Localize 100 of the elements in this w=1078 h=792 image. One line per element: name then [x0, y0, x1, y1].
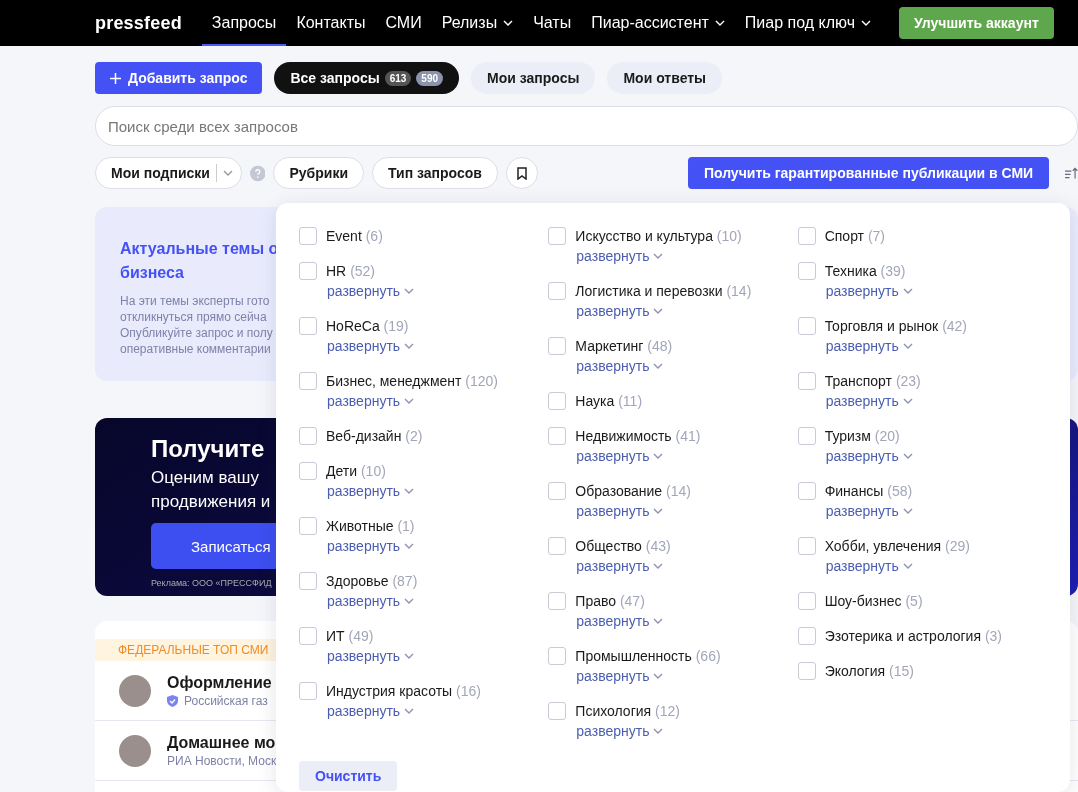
- checkbox[interactable]: [299, 462, 317, 480]
- nav-link[interactable]: Пиар-ассистент: [581, 0, 735, 46]
- checkbox[interactable]: [548, 647, 567, 665]
- category-label[interactable]: Общество (43): [575, 538, 671, 554]
- expand-link[interactable]: развернуть: [825, 446, 913, 466]
- filter-tab[interactable]: Все запросы 613 590: [274, 62, 460, 94]
- filter-button[interactable]: Рубрики: [273, 157, 365, 189]
- nav-link[interactable]: Запросы: [201, 0, 287, 46]
- expand-link[interactable]: развернуть: [576, 356, 664, 376]
- expand-link[interactable]: развернуть: [327, 391, 415, 411]
- category-label[interactable]: Веб-дизайн (2): [326, 428, 423, 444]
- checkbox[interactable]: [548, 282, 567, 300]
- checkbox[interactable]: [797, 427, 816, 445]
- category-label[interactable]: Экология (15): [824, 663, 914, 679]
- expand-link[interactable]: развернуть: [576, 666, 664, 686]
- checkbox[interactable]: [548, 427, 567, 445]
- category-label[interactable]: Эзотерика и астрология (3): [824, 628, 1003, 644]
- expand-link[interactable]: развернуть: [825, 281, 913, 301]
- expand-link[interactable]: развернуть: [576, 246, 664, 266]
- checkbox[interactable]: [299, 372, 317, 390]
- category-label[interactable]: Спорт (7): [824, 228, 886, 244]
- category-label[interactable]: Психология (12): [575, 703, 680, 719]
- expand-link[interactable]: развернуть: [825, 501, 913, 521]
- expand-link[interactable]: развернуть: [327, 701, 415, 721]
- logo[interactable]: pressfeed: [95, 12, 182, 34]
- filter-tab[interactable]: Мои запросы: [471, 62, 596, 94]
- nav-link[interactable]: СМИ: [375, 0, 432, 46]
- checkbox[interactable]: [797, 537, 816, 555]
- checkbox[interactable]: [548, 337, 567, 355]
- sort-icon[interactable]: [1065, 166, 1078, 180]
- checkbox[interactable]: [299, 517, 317, 535]
- expand-link[interactable]: развернуть: [825, 391, 913, 411]
- checkbox[interactable]: [797, 662, 816, 680]
- expand-link[interactable]: развернуть: [327, 481, 415, 501]
- help-icon[interactable]: [249, 164, 266, 182]
- checkbox[interactable]: [299, 317, 317, 335]
- category-label[interactable]: Животные (1): [326, 518, 415, 534]
- category-label[interactable]: Финансы (58): [824, 483, 913, 499]
- expand-link[interactable]: развернуть: [576, 446, 664, 466]
- nav-link[interactable]: Чаты: [523, 0, 582, 46]
- checkbox[interactable]: [797, 592, 816, 610]
- clear-button[interactable]: Очистить: [299, 761, 398, 791]
- checkbox[interactable]: [548, 482, 567, 500]
- category-label[interactable]: Здоровье (87): [326, 573, 418, 589]
- nav-link[interactable]: Релизы: [431, 0, 524, 46]
- expand-link[interactable]: развернуть: [576, 501, 664, 521]
- checkbox[interactable]: [797, 262, 816, 280]
- checkbox[interactable]: [548, 537, 567, 555]
- checkbox[interactable]: [797, 482, 816, 500]
- expand-link[interactable]: развернуть: [327, 336, 415, 356]
- category-label[interactable]: Транспорт (23): [824, 373, 921, 389]
- category-label[interactable]: ИТ (49): [326, 628, 374, 644]
- request-title[interactable]: Домашнее мо: [167, 734, 277, 752]
- category-label[interactable]: Промышленность (66): [575, 648, 721, 664]
- category-label[interactable]: Event (6): [326, 228, 383, 244]
- checkbox[interactable]: [299, 227, 317, 245]
- expand-link[interactable]: развернуть: [576, 721, 664, 741]
- checkbox[interactable]: [299, 427, 317, 445]
- add-request-button[interactable]: Добавить запрос: [95, 62, 263, 94]
- category-label[interactable]: Наука (11): [575, 393, 643, 409]
- expand-link[interactable]: развернуть: [327, 536, 415, 556]
- bookmark-button[interactable]: [505, 157, 538, 189]
- expand-link[interactable]: развернуть: [576, 611, 664, 631]
- nav-link[interactable]: Пиар под ключ: [734, 0, 881, 46]
- checkbox[interactable]: [299, 262, 317, 280]
- category-label[interactable]: Дети (10): [326, 463, 386, 479]
- expand-link[interactable]: развернуть: [825, 556, 913, 576]
- checkbox[interactable]: [299, 627, 317, 645]
- subscriptions-dropdown[interactable]: Мои подписки: [95, 157, 242, 189]
- category-label[interactable]: HR (52): [326, 263, 376, 279]
- expand-link[interactable]: развернуть: [327, 646, 415, 666]
- category-label[interactable]: Логистика и перевозки (14): [575, 283, 752, 299]
- checkbox[interactable]: [797, 372, 816, 390]
- expand-link[interactable]: развернуть: [576, 301, 664, 321]
- filter-tab[interactable]: Мои ответы: [607, 62, 723, 94]
- category-label[interactable]: HoReCa (19): [326, 318, 409, 334]
- category-label[interactable]: Бизнес, менеджмент (120): [326, 373, 498, 389]
- checkbox[interactable]: [797, 227, 816, 245]
- category-label[interactable]: Шоу-бизнес (5): [824, 593, 923, 609]
- category-label[interactable]: Туризм (20): [824, 428, 900, 444]
- expand-link[interactable]: развернуть: [576, 556, 664, 576]
- category-label[interactable]: Недвижимость (41): [575, 428, 701, 444]
- checkbox[interactable]: [548, 702, 567, 720]
- checkbox[interactable]: [299, 572, 317, 590]
- category-label[interactable]: Образование (14): [575, 483, 691, 499]
- checkbox[interactable]: [548, 392, 567, 410]
- checkbox[interactable]: [797, 317, 816, 335]
- category-label[interactable]: Право (47): [575, 593, 645, 609]
- nav-link[interactable]: Контакты: [286, 0, 376, 46]
- filter-button[interactable]: Тип запросов: [372, 157, 498, 189]
- category-label[interactable]: Маркетинг (48): [575, 338, 673, 354]
- checkbox[interactable]: [548, 592, 567, 610]
- category-label[interactable]: Торговля и рынок (42): [824, 318, 968, 334]
- category-label[interactable]: Хобби, увлечения (29): [824, 538, 970, 554]
- expand-link[interactable]: развернуть: [327, 281, 415, 301]
- guaranteed-publications-button[interactable]: Получить гарантированные публикации в СМИ: [687, 157, 1050, 189]
- checkbox[interactable]: [299, 682, 317, 700]
- category-label[interactable]: Техника (39): [824, 263, 906, 279]
- category-label[interactable]: Искусство и культура (10): [575, 228, 742, 244]
- category-label[interactable]: Индустрия красоты (16): [326, 683, 481, 699]
